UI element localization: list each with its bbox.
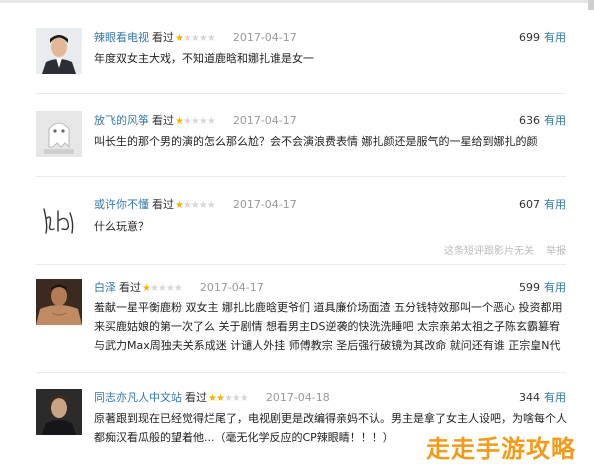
comment-date: 2017-04-17 xyxy=(199,281,264,294)
star-rating: ★★★★★ xyxy=(142,283,183,294)
useful-button[interactable]: 有用 xyxy=(544,31,566,44)
scrollbar-thumb[interactable] xyxy=(588,0,594,10)
comment-date: 2017-04-17 xyxy=(232,31,297,44)
vote-count: 599 xyxy=(519,281,540,294)
comment-extra-links: 这条短评跟影片无关 举报 xyxy=(444,242,566,257)
avatar[interactable] xyxy=(36,111,82,157)
vote-count: 607 xyxy=(519,198,540,211)
comment-username[interactable]: 辣眼看电视 xyxy=(94,31,149,44)
vote-area: 636 有用 xyxy=(519,114,566,128)
useful-button[interactable]: 有用 xyxy=(544,281,566,294)
unrelated-report-link[interactable]: 这条短评跟影片无关 xyxy=(444,246,534,257)
site-watermark: 走走手游攻略 xyxy=(426,435,576,463)
avatar[interactable] xyxy=(36,279,82,325)
comment-meta: 辣眼看电视 看过★★★★★ 2017-04-17 xyxy=(94,31,297,46)
watch-status: 看过 xyxy=(152,31,174,44)
star-rating: ★★★★★ xyxy=(175,116,216,127)
avatar-signature-icon xyxy=(36,195,82,241)
comment-date: 2017-04-17 xyxy=(232,198,297,211)
comment-username[interactable]: 白泽 xyxy=(94,281,116,294)
avatar[interactable] xyxy=(36,389,82,435)
watch-status: 看过 xyxy=(152,198,174,211)
vote-count: 699 xyxy=(519,31,540,44)
avatar-man-suit-icon xyxy=(36,28,82,74)
comment-date: 2017-04-17 xyxy=(232,114,297,127)
avatar-ghost-cartoon-icon xyxy=(36,111,82,157)
star-rating: ★★★★★ xyxy=(175,200,216,211)
comment-text: 羞献一星平衡鹿粉 双女主 娜扎比鹿晗更爷们 道具廉价场面渣 五分钱特效那叫一个恶… xyxy=(94,301,563,352)
divider xyxy=(36,176,566,177)
comment-text: 什么玩意？ xyxy=(94,220,149,233)
report-link[interactable]: 举报 xyxy=(546,246,566,257)
avatar[interactable] xyxy=(36,195,82,241)
watch-status: 看过 xyxy=(185,391,207,404)
comment-username[interactable]: 放飞的风筝 xyxy=(94,114,149,127)
watch-status: 看过 xyxy=(152,114,174,127)
comment-date: 2017-04-18 xyxy=(265,391,330,404)
comment-username[interactable]: 或许你不懂 xyxy=(94,198,149,211)
vote-area: 599 有用 xyxy=(519,281,566,295)
avatar-shirtless-icon xyxy=(36,279,82,325)
vote-count: 344 xyxy=(519,391,540,404)
comment-meta: 白泽 看过★★★★★ 2017-04-17 xyxy=(94,281,264,296)
avatar-man-dark-icon xyxy=(36,389,82,435)
comment-username[interactable]: 同志亦凡人中文站 xyxy=(94,391,182,404)
vote-area: 699 有用 xyxy=(519,31,566,45)
comment-meta: 放飞的风筝 看过★★★★★ 2017-04-17 xyxy=(94,114,297,129)
star-rating: ★★★★★ xyxy=(208,393,249,404)
avatar[interactable] xyxy=(36,28,82,74)
comment-text: 叫长生的那个男的演的怎么那么尬？会不会演浪费表情 娜扎颜还是服气的一星给到娜扎的… xyxy=(94,135,538,148)
watch-status: 看过 xyxy=(119,281,141,294)
vote-area: 607 有用 xyxy=(519,198,566,212)
divider xyxy=(36,264,566,265)
star-rating: ★★★★★ xyxy=(175,33,216,44)
comment-meta: 同志亦凡人中文站 看过★★★★★ 2017-04-18 xyxy=(94,391,330,406)
vote-area: 344 有用 xyxy=(519,391,566,405)
divider xyxy=(36,93,566,94)
divider xyxy=(36,372,566,373)
comment-meta: 或许你不懂 看过★★★★★ 2017-04-17 xyxy=(94,198,297,213)
comment-text: 年度双女主大戏，不知道鹿晗和娜扎谁是女一 xyxy=(94,52,314,65)
useful-button[interactable]: 有用 xyxy=(544,391,566,404)
useful-button[interactable]: 有用 xyxy=(544,198,566,211)
vote-count: 636 xyxy=(519,114,540,127)
useful-button[interactable]: 有用 xyxy=(544,114,566,127)
top-border xyxy=(0,0,594,3)
